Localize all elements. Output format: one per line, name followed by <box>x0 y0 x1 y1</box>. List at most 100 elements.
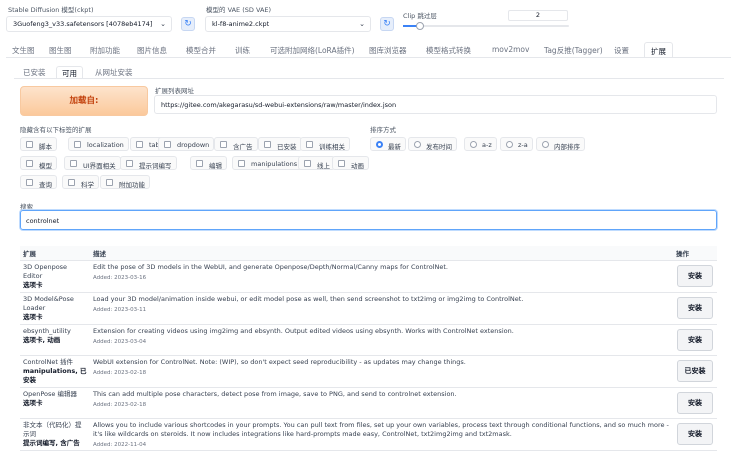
tab-0[interactable]: 文生图 <box>6 42 41 58</box>
tab-3[interactable]: 图片信息 <box>131 42 173 58</box>
extension-added-date: Added: 2023-02-18 <box>93 370 147 376</box>
hide-tags-label: 隐藏含有以下标签的扩展 <box>20 126 92 134</box>
checkbox-square-icon <box>164 141 171 148</box>
tab-12[interactable]: 扩展 <box>644 42 673 58</box>
hide-tag-checkbox[interactable]: 已安装 <box>258 137 302 151</box>
install-button[interactable]: 安装 <box>677 297 713 319</box>
sort-label: 排序方式 <box>370 126 396 134</box>
search-input[interactable]: controlnet <box>20 210 717 230</box>
sort-option-label: a-z <box>482 141 492 149</box>
hide-tag-checkbox[interactable]: 动画 <box>332 156 369 170</box>
refresh-icon[interactable]: ↻ <box>380 17 394 31</box>
hide-tag-checkbox[interactable]: 含广告 <box>214 137 258 151</box>
tab-11[interactable]: 设置 <box>608 42 635 58</box>
hide-tag-checkbox[interactable]: 线上 <box>298 156 335 170</box>
extension-added-date: Added: 2023-02-18 <box>93 402 147 408</box>
sort-option-radio[interactable]: 内部排序 <box>536 137 585 151</box>
tab-8[interactable]: 模型格式转换 <box>420 42 477 58</box>
clip-skip-input[interactable]: 2 <box>508 10 568 21</box>
sort-option-radio[interactable]: z-a <box>500 137 533 151</box>
tab-1[interactable]: 图生图 <box>43 42 78 58</box>
chevron-down-icon: ⌄ <box>160 20 166 28</box>
extension-name-link[interactable]: 非文本（代码化）提示词 <box>23 421 87 439</box>
table-row: ControlNet 插件 manipulations, 已安装 WebUI ext… <box>20 355 717 388</box>
extension-tags: manipulations, 已安装 <box>23 367 87 384</box>
tab-4[interactable]: 模型合并 <box>180 42 222 58</box>
model-label: Stable Diffusion 模型(ckpt) <box>8 6 94 14</box>
hide-tag-checkbox[interactable]: 模型 <box>20 156 57 170</box>
sort-option-radio[interactable]: 发布时间 <box>408 137 457 151</box>
tab-10[interactable]: Tag反推(Tagger) <box>538 42 609 58</box>
checkbox-square-icon <box>264 141 271 148</box>
checkbox-square-icon <box>220 141 227 148</box>
hide-tag-label: 提示词编写 <box>139 162 172 170</box>
hide-tag-checkbox[interactable]: 附加功能 <box>100 175 150 189</box>
extensions-table: 扩展 描述 操作 3D Openpose Editor 选项卡 Edit the p… <box>20 246 717 451</box>
table-row: ebsynth_utility 选项卡, 动画 Extension for crea… <box>20 324 717 356</box>
tab-2[interactable]: 附加功能 <box>84 42 126 58</box>
sort-option-label: 发布时间 <box>426 143 452 151</box>
checkbox-square-icon <box>304 160 311 167</box>
tab-6[interactable]: 可选附加网络(LoRA插件) <box>264 42 361 58</box>
extension-name-link[interactable]: 3D Model&Pose Loader <box>23 295 87 313</box>
clip-skip-slider[interactable] <box>403 22 569 30</box>
sort-option-radio[interactable]: 最新 <box>370 137 406 151</box>
url-input[interactable]: https://gitee.com/akegarasu/sd-webui-ext… <box>154 95 717 114</box>
hide-tag-checkbox[interactable]: 训练相关 <box>300 137 350 151</box>
radio-circle-icon <box>542 141 549 148</box>
radio-circle-icon <box>470 141 477 148</box>
hide-tag-checkbox[interactable]: 提示词编写 <box>120 156 177 170</box>
hide-tag-checkbox[interactable]: 编辑 <box>190 156 227 170</box>
install-button[interactable]: 安装 <box>677 329 713 351</box>
extension-name-link[interactable]: 3D Openpose Editor <box>23 263 87 281</box>
extension-name-link[interactable]: ControlNet 插件 <box>23 358 87 367</box>
tab-7[interactable]: 图库浏览器 <box>363 42 413 58</box>
checkbox-square-icon <box>338 160 345 167</box>
action-cell: 安装 <box>673 292 717 325</box>
extension-tags: 选项卡 <box>23 281 43 289</box>
install-button[interactable]: 安装 <box>677 265 713 287</box>
model-select[interactable]: 3Guofeng3_v33.safetensors [4078eb4174] ⌄ <box>6 16 172 32</box>
hide-tag-label: UI界面相关 <box>83 162 116 170</box>
hide-tag-checkbox[interactable]: 科学 <box>62 175 99 189</box>
extension-description: Load your 3D model/animation inside webu… <box>93 295 524 303</box>
install-button[interactable]: 安装 <box>677 392 713 414</box>
tab-5[interactable]: 训练 <box>229 42 256 58</box>
refresh-icon[interactable]: ↻ <box>181 17 195 31</box>
hide-tag-checkbox[interactable]: 查询 <box>20 175 57 189</box>
load-from-button[interactable]: 加载自: <box>20 86 148 116</box>
extension-name-link[interactable]: ebsynth_utility <box>23 327 87 336</box>
sort-option-label: 内部排序 <box>554 143 580 151</box>
install-button[interactable]: 已安装 <box>677 360 713 382</box>
hide-tag-label: 科学 <box>81 181 94 189</box>
hide-tag-label: 模型 <box>39 162 52 170</box>
install-button[interactable]: 安装 <box>677 423 713 445</box>
hide-tag-checkbox[interactable]: dropdown <box>158 137 215 151</box>
sort-option-radio[interactable]: a-z <box>464 137 497 151</box>
extension-name-link[interactable]: OpenPose 编辑器 <box>23 390 87 399</box>
model-select-value: 3Guofeng3_v33.safetensors [4078eb4174] <box>13 20 153 28</box>
hide-tag-label: 线上 <box>317 162 330 170</box>
tab-9[interactable]: mov2mov <box>486 42 535 58</box>
hide-tag-label: 编辑 <box>209 162 222 170</box>
hide-tag-checkbox[interactable]: 脚本 <box>20 137 57 151</box>
action-cell: 已安装 <box>673 355 717 388</box>
radio-circle-icon <box>414 141 421 148</box>
action-cell: 安装 <box>673 418 717 451</box>
checkbox-square-icon <box>26 160 33 167</box>
action-cell: 安装 <box>673 387 717 419</box>
vae-select[interactable]: kl-f8-anime2.ckpt ⌄ <box>205 16 371 32</box>
checkbox-square-icon <box>238 160 245 167</box>
extension-description: Extension for creating videos using img2… <box>93 327 514 335</box>
hide-tag-checkbox[interactable]: manipulations <box>232 156 303 170</box>
checkbox-square-icon <box>26 141 33 148</box>
clip-skip-slider-thumb[interactable] <box>415 22 424 30</box>
extension-tags: 提示词编写, 含广告 <box>23 439 80 447</box>
extension-cell: ControlNet 插件 manipulations, 已安装 <box>20 355 90 388</box>
checkbox-square-icon <box>70 160 77 167</box>
hide-tag-checkbox[interactable]: UI界面相关 <box>64 156 121 170</box>
hide-tag-label: localization <box>87 141 124 149</box>
hide-tag-checkbox[interactable]: localization <box>68 137 129 151</box>
description-cell: WebUI extension for ControlNet. Note: (W… <box>90 355 673 388</box>
checkbox-square-icon <box>106 179 113 186</box>
